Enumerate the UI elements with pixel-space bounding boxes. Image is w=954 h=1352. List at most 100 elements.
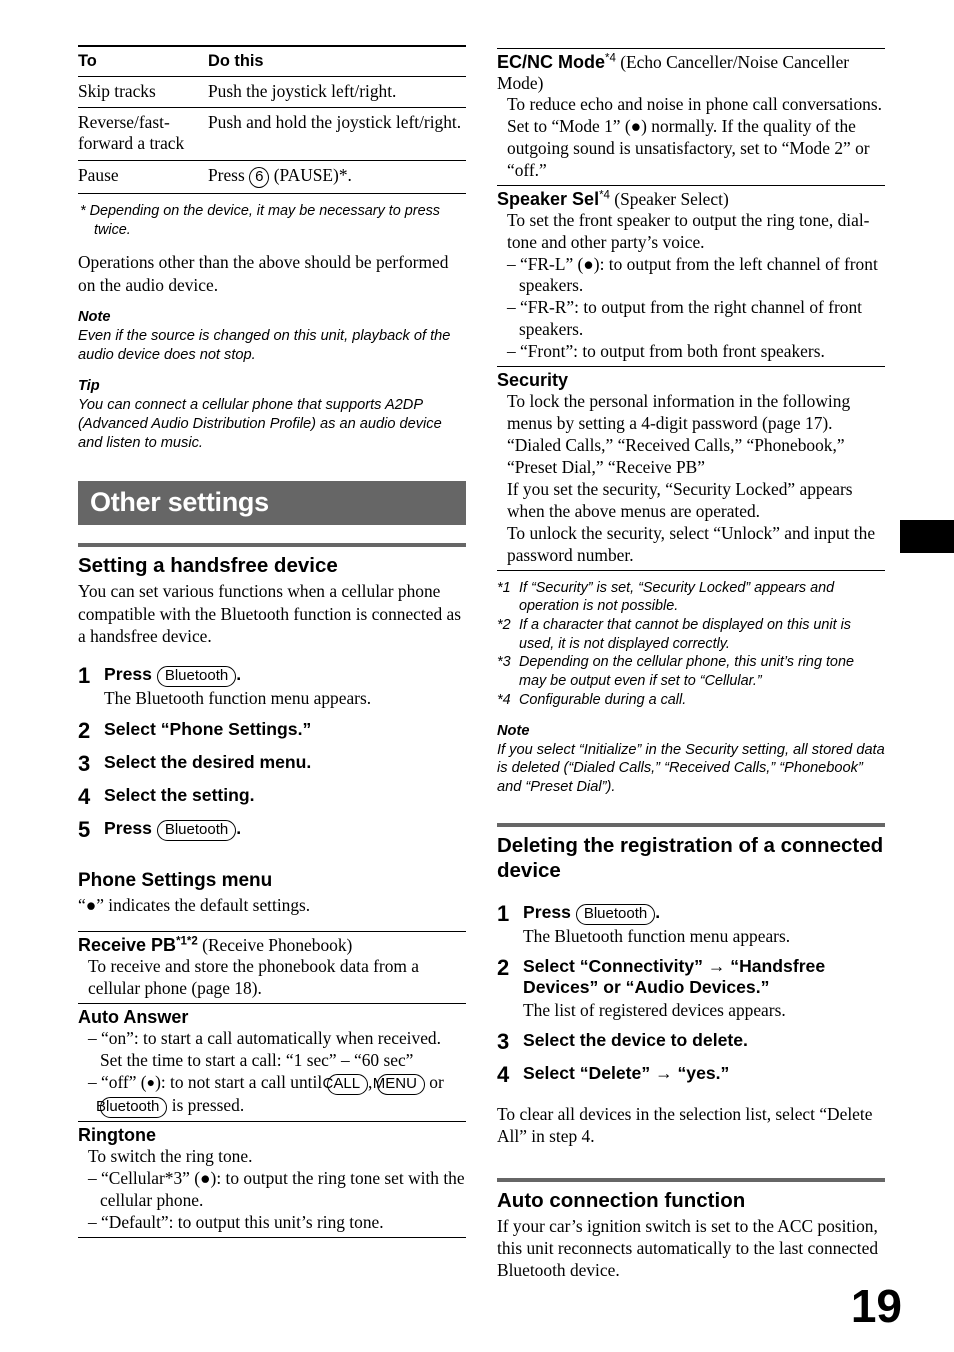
footnote-item: *4 Configurable during a call. <box>497 691 885 710</box>
step-number: 4 <box>497 1061 510 1087</box>
cell-to: Pause <box>78 164 119 185</box>
setting-entry-title: Speaker Sel*4 (Speaker Select) <box>497 189 885 210</box>
table-body: Skip tracks Push the joystick left/right… <box>78 77 466 194</box>
step-number: 1 <box>497 900 510 926</box>
cell-do: Push and hold the joystick left/right. <box>208 112 462 133</box>
step-body: Select the setting. <box>104 785 466 809</box>
cell-to: Reverse/fast-forward a track <box>78 112 185 154</box>
table-header-row: To Do this <box>78 46 466 77</box>
step-lead: Select the setting. <box>104 785 255 805</box>
step-item: 5 Press Bluetooth. <box>78 817 466 843</box>
step-item: 2 Select “Phone Settings.” <box>78 717 466 743</box>
deleting-after-text: To clear all devices in the selection li… <box>497 1104 873 1147</box>
setting-footnote-marks: *4 <box>605 52 616 65</box>
setting-label: Auto Answer <box>78 1006 189 1027</box>
setting-entry-speaker-sel: Speaker Sel*4 (Speaker Select) To set th… <box>497 184 885 363</box>
setting-line: Set to “Mode 1” (●) normally. If the qua… <box>507 115 870 180</box>
step-body: Select the desired menu. <box>104 752 466 776</box>
step-lead: Select “Delete” → “yes.” <box>523 1062 730 1083</box>
step-lead: Press Bluetooth. <box>104 664 466 688</box>
step-lead: Select the desired menu. <box>104 751 312 772</box>
footnote-text: Configurable during a call. <box>519 691 687 708</box>
right-column: EC/NC Mode*4 (Echo Canceller/Noise Cance… <box>497 45 885 1282</box>
step-item: 1 Press Bluetooth. The Bluetooth functio… <box>497 900 885 948</box>
operations-table: To Do this Skip tracks Push the joystick… <box>78 45 466 194</box>
setting-entry-title: Receive PB*1*2 (Receive Phonebook) <box>78 935 466 956</box>
footnote-mark: *2 <box>497 616 511 633</box>
step-body: Press Bluetooth. The Bluetooth function … <box>523 902 885 948</box>
step-number: 2 <box>497 955 510 981</box>
key-bluetooth-pill: Bluetooth <box>156 820 237 842</box>
step-item: 4 Select “Delete” → “yes.” <box>497 1061 885 1087</box>
cell-do: Push the joystick left/right. <box>208 81 397 102</box>
cell-to: Skip tracks <box>78 81 156 102</box>
step-lead-prefix: Press <box>104 664 157 685</box>
step-sub: The Bluetooth function menu appears. <box>104 688 372 709</box>
key-call-pill: CALL <box>323 1073 369 1096</box>
section-divider <box>497 823 885 828</box>
footnote-item: *1 If “Security” is set, “Security Locke… <box>497 579 885 616</box>
step-body: Select the device to delete. <box>523 1030 885 1054</box>
step-number: 3 <box>497 1028 510 1054</box>
step-number: 2 <box>78 717 91 743</box>
setting-label: Ringtone <box>78 1125 156 1146</box>
setting-line: To set the front speaker to output the r… <box>507 209 870 252</box>
setting-label: Security <box>497 370 569 391</box>
setting-entry-ringtone: Ringtone To switch the ring tone. – “Cel… <box>78 1121 466 1239</box>
tip-text: You can connect a cellular phone that su… <box>78 396 442 451</box>
setting-line: To receive and store the phonebook data … <box>88 956 420 998</box>
step-lead-prefix: Press <box>523 901 576 922</box>
setting-entry-receive-pb: Receive PB*1*2 (Receive Phonebook) To re… <box>78 931 466 1000</box>
setting-footnote-marks: *4 <box>599 189 610 202</box>
step-item: 1 Press Bluetooth. The Bluetooth functio… <box>78 664 466 710</box>
setting-label: Receive PB <box>78 935 177 956</box>
setting-paren: (Speaker Select) <box>609 188 729 209</box>
setting-line: – “Front”: to output from both front spe… <box>507 341 825 362</box>
setting-entry-title: Ringtone <box>78 1125 466 1146</box>
setting-footnote-marks: *1*2 <box>176 935 198 948</box>
setting-entry-title: EC/NC Mode*4 (Echo Canceller/Noise Cance… <box>497 52 885 94</box>
setting-line: – “FR-R”: to output from the right chann… <box>507 297 862 340</box>
step-body: Press Bluetooth. <box>104 818 466 842</box>
after-table-paragraph: Operations other than the above should b… <box>78 252 449 295</box>
step-sub: The Bluetooth function menu appears. <box>523 926 791 947</box>
table-row: Skip tracks Push the joystick left/right… <box>78 77 466 108</box>
footnote-item: *2 If a character that cannot be display… <box>497 616 885 653</box>
column-header-to: To <box>78 52 97 70</box>
setting-line: To switch the ring tone. <box>88 1146 253 1167</box>
note-heading: Note <box>78 308 111 325</box>
footnote-mark: *4 <box>497 691 511 708</box>
note-text: Even if the source is changed on this un… <box>78 327 451 363</box>
setting-line: To unlock the security, select “Unlock” … <box>507 522 876 565</box>
step-item: 4 Select the setting. <box>78 784 466 809</box>
setting-line: – “Default”: to output this unit’s ring … <box>88 1212 384 1233</box>
key-bluetooth-pill: Bluetooth <box>575 903 656 926</box>
table-footnote: * Depending on the device, it may be nec… <box>78 202 466 239</box>
key-menu-pill: MENU <box>373 1073 425 1096</box>
setting-line: – “FR-L” (●): to output from the left ch… <box>507 253 878 296</box>
heading-deleting-registration: Deleting the registration of a connected… <box>497 834 884 882</box>
footnote-text: If “Security” is set, “Security Locked” … <box>519 579 835 615</box>
step-lead-suffix: . <box>236 818 242 839</box>
step-lead: Press Bluetooth. <box>104 818 466 842</box>
setting-line: If you set the security, “Security Locke… <box>507 478 853 521</box>
setting-line: To reduce echo and noise in phone call c… <box>507 94 882 114</box>
footnote-mark: *3 <box>497 654 511 671</box>
note-text: If you select “Initialize” in the Securi… <box>497 741 885 796</box>
step-lead: Press Bluetooth. <box>523 901 885 926</box>
handsfree-intro: You can set various functions when a cel… <box>78 581 461 646</box>
step-item: 3 Select the desired menu. <box>78 751 466 776</box>
setting-label: EC/NC Mode <box>497 52 605 72</box>
section-divider <box>78 543 466 548</box>
step-item: 3 Select the device to delete. <box>497 1028 885 1054</box>
heading-phone-settings-menu: Phone Settings menu <box>78 870 273 892</box>
table-row: Reverse/fast-forward a track Push and ho… <box>78 108 466 161</box>
step-body: Select “Connectivity” → “Handsfree Devic… <box>523 956 885 1020</box>
step-number: 5 <box>78 817 91 843</box>
step-lead: Select “Connectivity” → “Handsfree Devic… <box>523 956 826 998</box>
step-body: Press Bluetooth. The Bluetooth function … <box>104 664 466 710</box>
setting-entry-ec-nc-mode: EC/NC Mode*4 (Echo Canceller/Noise Cance… <box>497 48 885 182</box>
key-bluetooth-pill: Bluetooth <box>96 1097 168 1119</box>
column-header-do-this: Do this <box>208 52 264 70</box>
setting-line: To lock the personal information in the … <box>507 391 851 434</box>
